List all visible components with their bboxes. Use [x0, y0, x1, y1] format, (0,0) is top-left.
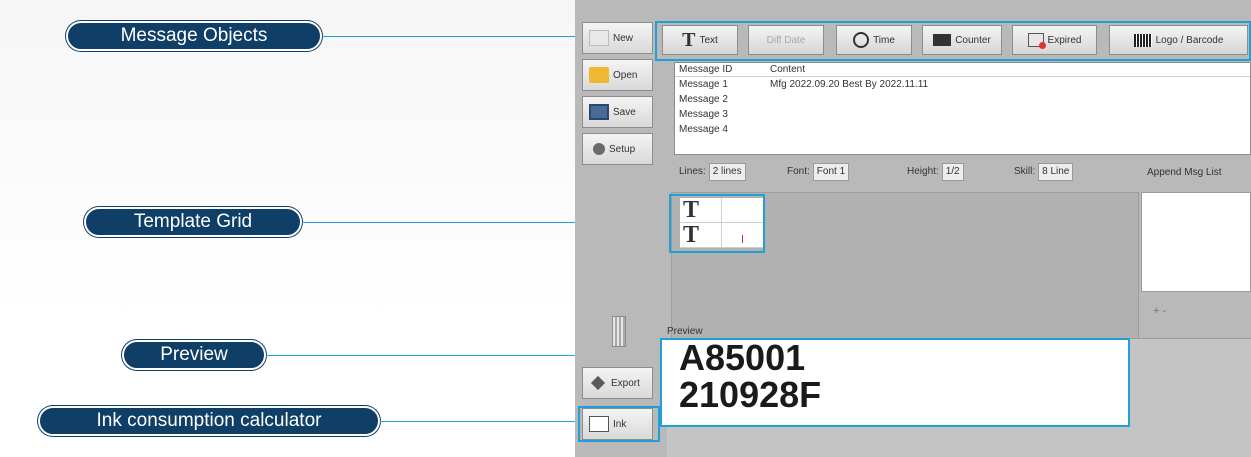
- ink-calculator-button[interactable]: Ink: [582, 408, 653, 440]
- save-button[interactable]: Save: [582, 96, 653, 128]
- grid-cell[interactable]: T: [680, 198, 722, 223]
- table-header: Message ID Content: [675, 63, 1250, 77]
- height-value: 1/2: [941, 163, 964, 181]
- table-row[interactable]: Message 3: [675, 107, 1250, 122]
- preview-line: A85001: [679, 337, 806, 378]
- new-button[interactable]: New: [582, 22, 653, 54]
- callout-message-objects: Message Objects: [66, 21, 322, 51]
- counter-button-label: Counter: [955, 34, 991, 46]
- append-message-list[interactable]: [1141, 192, 1251, 292]
- diff-date-button-label: Diff Date: [766, 34, 806, 46]
- new-document-icon: [589, 30, 609, 46]
- expired-icon: [1027, 33, 1046, 49]
- height-selector[interactable]: Height: 1/2: [907, 163, 964, 181]
- message-id-cell: Message 2: [679, 94, 728, 105]
- message-content-cell: [770, 92, 1250, 107]
- message-editor-window: New Open Save Setup Export Ink T Text Di…: [575, 0, 1251, 457]
- message-id-cell: Message 3: [679, 109, 728, 120]
- table-row[interactable]: Message 4: [675, 122, 1250, 137]
- lines-value: 2 lines: [708, 163, 746, 181]
- text-object-button[interactable]: T Text: [662, 25, 738, 55]
- setup-icon: [593, 143, 605, 155]
- message-content-cell: [770, 107, 1250, 122]
- font-selector[interactable]: Font: Font 1: [787, 163, 850, 181]
- export-button-label: Export: [611, 377, 640, 389]
- column-header-content: Content: [770, 64, 806, 75]
- logo-barcode-object-button[interactable]: Logo / Barcode: [1109, 25, 1248, 55]
- preview-panel: A85001 210928F: [662, 340, 1130, 426]
- append-list-controls[interactable]: + -: [1153, 305, 1166, 317]
- folder-icon: [589, 67, 609, 83]
- counter-object-button[interactable]: Counter: [922, 25, 1002, 55]
- open-button[interactable]: Open: [582, 59, 653, 91]
- preview-line: 210928F: [679, 374, 822, 415]
- message-list-table: Message ID Content Message 1 Mfg 2022.09…: [674, 62, 1251, 155]
- skill-selector[interactable]: Skill: 8 Line: [1014, 163, 1074, 181]
- message-id-cell: Message 1: [679, 79, 728, 90]
- ink-button-label: Ink: [613, 418, 627, 430]
- message-id-cell: Message 4: [679, 124, 728, 135]
- callout-preview: Preview: [122, 340, 266, 370]
- diff-date-object-button[interactable]: Diff Date: [748, 25, 824, 55]
- font-label: Font:: [787, 166, 810, 177]
- save-button-label: Save: [613, 106, 636, 118]
- floppy-disk-icon: [589, 104, 609, 120]
- logo-barcode-icon: [1133, 33, 1152, 47]
- cursor-marker: [742, 235, 743, 243]
- template-grid-area: T T: [671, 192, 1139, 340]
- callout-template-grid: Template Grid: [84, 207, 302, 237]
- lines-label: Lines:: [679, 166, 706, 177]
- table-row[interactable]: Message 2: [675, 92, 1250, 107]
- grid-cell[interactable]: [722, 198, 765, 223]
- new-button-label: New: [613, 32, 634, 44]
- time-button-label: Time: [873, 34, 895, 46]
- expired-button-label: Expired: [1047, 34, 1082, 46]
- text-icon: T: [682, 28, 696, 51]
- calculator-icon: [589, 416, 609, 432]
- message-objects-toolbar: T Text Diff Date Time Counter Expired Lo…: [662, 21, 1251, 59]
- message-content-cell: [770, 122, 1250, 137]
- open-button-label: Open: [613, 69, 638, 81]
- counter-icon: [933, 34, 952, 46]
- export-icon: [590, 375, 606, 391]
- message-content-cell: Mfg 2022.09.20 Best By 2022.11.11: [770, 79, 929, 90]
- text-button-label: Text: [699, 34, 718, 46]
- trash-icon[interactable]: [612, 316, 626, 347]
- height-label: Height:: [907, 166, 939, 177]
- append-list-label: Append Msg List: [1147, 167, 1222, 178]
- export-button[interactable]: Export: [582, 367, 653, 399]
- preview-label: Preview: [667, 326, 703, 337]
- time-object-button[interactable]: Time: [836, 25, 912, 55]
- lines-selector[interactable]: Lines: 2 lines: [679, 163, 746, 181]
- column-header-message-id: Message ID: [679, 64, 733, 75]
- table-row[interactable]: Message 1 Mfg 2022.09.20 Best By 2022.11…: [675, 77, 1250, 92]
- setup-button-label: Setup: [609, 143, 636, 155]
- grid-cell[interactable]: [722, 223, 765, 248]
- grid-cell[interactable]: T: [680, 223, 722, 248]
- font-value: Font 1: [812, 163, 850, 181]
- logo-barcode-button-label: Logo / Barcode: [1155, 34, 1224, 46]
- setup-button[interactable]: Setup: [582, 133, 653, 165]
- template-grid: T T: [680, 198, 765, 248]
- clock-icon: [853, 32, 870, 48]
- skill-value: 8 Line: [1038, 163, 1074, 181]
- expired-object-button[interactable]: Expired: [1012, 25, 1097, 55]
- callout-ink-calculator: Ink consumption calculator: [38, 406, 380, 436]
- skill-label: Skill:: [1014, 166, 1036, 177]
- leader-line-ink-calculator: [380, 421, 580, 422]
